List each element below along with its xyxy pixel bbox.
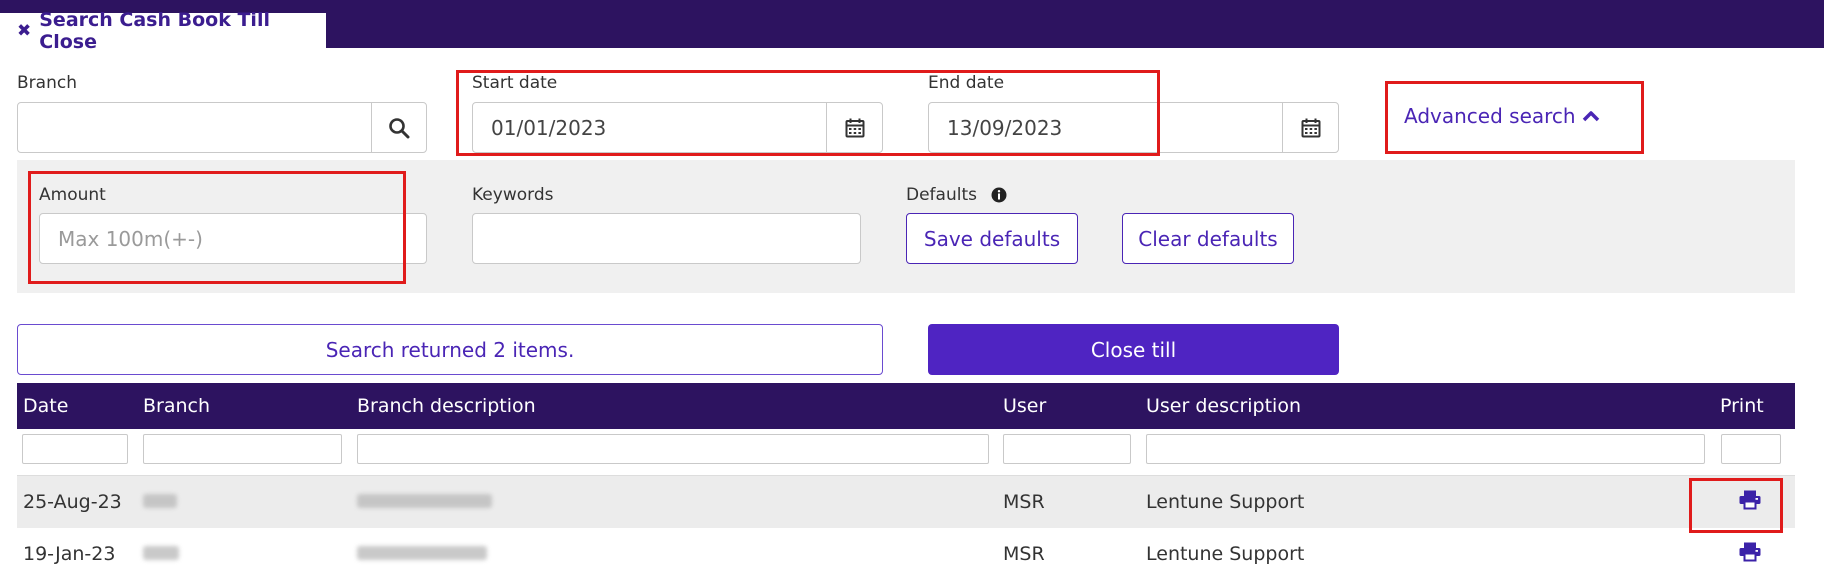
clear-defaults-button[interactable]: Clear defaults [1122,213,1294,264]
cell-date: 19-Jan-23 [23,543,116,565]
info-icon[interactable] [991,187,1007,203]
right-gutter [1795,48,1824,587]
redacted-branch-description [357,494,492,508]
advanced-search-toggle[interactable]: Advanced search [1404,104,1600,128]
tab-title: Search Cash Book Till Close [39,9,270,53]
filter-branch-input[interactable] [143,434,342,464]
branch-search-button[interactable] [371,102,427,153]
end-date-input[interactable]: 13/09/2023 [928,102,1283,153]
tab-search-cash-book-till-close[interactable]: ✖ Search Cash Book Till Close [0,9,326,53]
cell-user: MSR [1003,543,1045,565]
keywords-label: Keywords [472,185,554,205]
filter-user-description-input[interactable] [1146,434,1705,464]
table-row[interactable]: 25-Aug-23 MSR Lentune Support [17,476,1795,528]
search-result-status: Search returned 2 items. [17,324,883,375]
defaults-label-group: Defaults [906,185,1007,205]
start-date-label: Start date [472,73,558,93]
cell-user-description: Lentune Support [1146,543,1305,565]
amount-input[interactable]: Max 100m(+-) [39,213,427,264]
cell-user: MSR [1003,491,1045,513]
cell-date: 25-Aug-23 [23,491,122,513]
calendar-icon [1301,118,1320,137]
cell-user-description: Lentune Support [1146,491,1305,513]
table-filter-row [17,429,1795,476]
keywords-input[interactable] [472,213,861,264]
branch-label: Branch [17,73,77,93]
defaults-label: Defaults [906,185,977,205]
filter-print-input[interactable] [1721,434,1781,464]
calendar-icon [845,118,864,137]
end-date-label: End date [928,73,1005,93]
advanced-search-label: Advanced search [1404,104,1576,128]
end-date-calendar-button[interactable] [1282,102,1339,153]
column-header-branch[interactable]: Branch [143,395,210,417]
column-header-print: Print [1720,395,1764,417]
print-icon[interactable] [1739,542,1761,562]
start-date-input[interactable]: 01/01/2023 [472,102,827,153]
filter-date-input[interactable] [22,434,128,464]
start-date-calendar-button[interactable] [826,102,883,153]
column-header-date[interactable]: Date [23,395,68,417]
filter-user-input[interactable] [1003,434,1131,464]
save-defaults-button[interactable]: Save defaults [906,213,1078,264]
redacted-branch [143,494,177,508]
redacted-branch-description [357,546,487,560]
filter-branch-description-input[interactable] [357,434,989,464]
column-header-branch-description[interactable]: Branch description [357,395,536,417]
close-till-button[interactable]: Close till [928,324,1339,375]
print-icon[interactable] [1739,490,1761,510]
table-row[interactable]: 19-Jan-23 MSR Lentune Support [17,528,1795,580]
column-header-user-description[interactable]: User description [1146,395,1301,417]
table-header: Date Branch Branch description User User… [17,383,1795,429]
column-header-user[interactable]: User [1003,395,1046,417]
close-icon[interactable]: ✖ [17,21,31,41]
chevron-up-icon [1582,111,1599,122]
search-icon [389,117,410,138]
redacted-branch [143,546,179,560]
amount-label: Amount [39,185,106,205]
branch-input[interactable] [17,102,372,153]
